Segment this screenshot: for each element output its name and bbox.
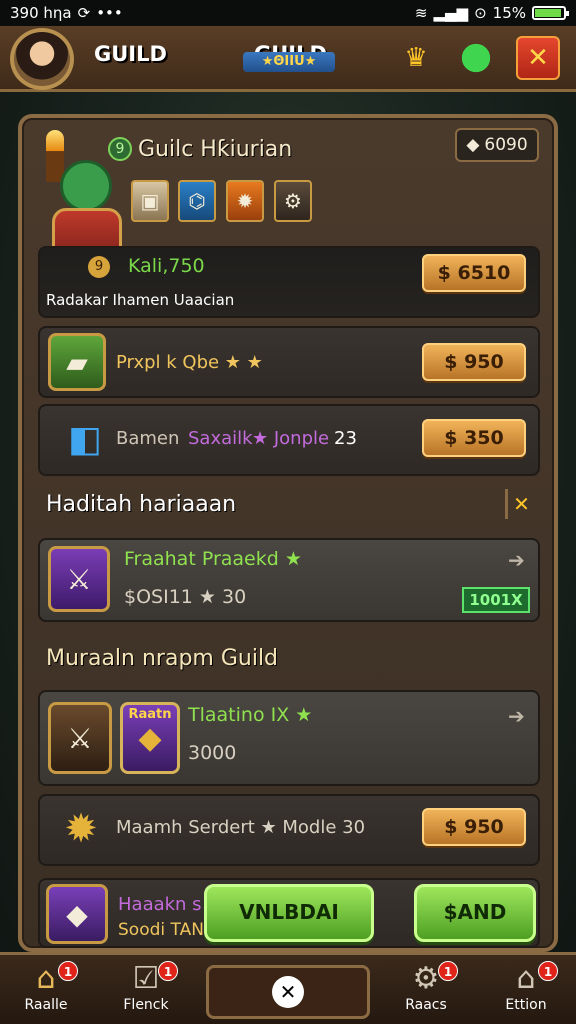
bottom-nav: ⌂ Raalle 1 ☑ Flenck 1 ✕ ⚙ Raacs 1 ⌂ Etti…	[0, 952, 576, 1024]
section-close-button[interactable]: ✕	[505, 489, 535, 519]
gold-coin-icon: 9	[88, 256, 110, 278]
offer-value: 3000	[188, 742, 237, 764]
offer-title: Tlaatino IX ★	[188, 704, 313, 726]
item-label: Prxpl k Qbe ★ ★	[116, 352, 263, 373]
guild-name: Guilc Hƙiurian	[138, 137, 293, 162]
chevron-right-icon: ➔	[508, 548, 525, 572]
crown-icon[interactable]: ♛	[394, 36, 438, 80]
cart-item-icon: ▰	[48, 333, 106, 391]
battery-percent: 15%	[492, 4, 526, 22]
nav-item-tasks[interactable]: ☑ Flenck 1	[106, 961, 186, 1024]
item-label-line1: Haaakn s	[118, 894, 202, 915]
alarm-icon: ⊙	[474, 4, 487, 22]
item-label-b: Saxailk	[188, 428, 253, 449]
item-label-c: ★ Jonple	[252, 428, 330, 449]
guild-badge: ★ΘΙΙU★	[243, 52, 335, 72]
notification-badge: 1	[438, 961, 458, 981]
notification-badge: 1	[58, 961, 78, 981]
item-label-line2: Soodi TAN	[118, 920, 204, 940]
equip-slot-flask[interactable]: ⌬	[178, 180, 216, 222]
guild-subtitle: Radakar Ihamen Uaacian	[46, 291, 235, 309]
notification-badge: 1	[538, 961, 558, 981]
more-icon: •••	[96, 4, 123, 22]
staff-item-icon: ⚔	[48, 546, 110, 612]
buy-guild-button[interactable]: $ 6510	[422, 254, 526, 292]
sync-icon: ⟳	[77, 4, 91, 22]
nav-item-settings[interactable]: ⚙ Raacs 1	[386, 961, 466, 1024]
anvil-item-icon: ◆	[46, 884, 108, 944]
buy-item-button[interactable]: $ 350	[422, 419, 526, 457]
nav-item-home[interactable]: ⌂ Raalle 1	[6, 961, 86, 1024]
equip-slot-flame[interactable]: ✹	[226, 180, 264, 222]
unlock-button[interactable]: VNLBDAI	[204, 884, 374, 942]
status-time: 390 hƞa	[10, 4, 72, 22]
status-bar: 390 hƞa ⟳ ••• ≋ ▂▄▆ ⊙ 15%	[0, 0, 576, 26]
nav-item-shop[interactable]: ⌂ Ettion 1	[486, 961, 566, 1024]
center-close-button[interactable]: ✕	[206, 965, 370, 1019]
player-avatar[interactable]	[10, 28, 74, 90]
guild-level-icon: 9	[108, 137, 132, 161]
offer-title: Fraahat Praaekd ★	[124, 548, 302, 570]
equip-slot-cannon[interactable]: ⚙	[274, 180, 312, 222]
equip-slot-crate[interactable]: ▣	[131, 180, 169, 222]
buy-item-button[interactable]: $ 950	[422, 343, 526, 381]
buy-item-button[interactable]: $ 950	[422, 808, 526, 846]
battery-icon	[532, 6, 569, 20]
guild-kali-stat: Kali,750	[128, 255, 205, 277]
gear-sun-icon: ✹	[64, 806, 98, 852]
green-orb-icon[interactable]	[454, 36, 498, 80]
item-label-d: 23	[334, 428, 357, 449]
send-button[interactable]: $AND	[414, 884, 536, 942]
blue-cube-icon: ◧	[67, 418, 102, 460]
item-label: Maamh Serdert ★ Modle 30	[116, 817, 366, 838]
close-button[interactable]: ✕	[516, 36, 560, 80]
coin-icon: ◆	[466, 135, 480, 155]
item-label-a: Bamen	[116, 428, 180, 449]
notification-badge: 1	[158, 961, 178, 981]
chevron-right-icon: ➔	[508, 704, 525, 728]
coin-counter: ◆ 6090	[455, 128, 539, 162]
header-title-left: GUILD	[94, 42, 167, 66]
wifi-icon: ≋	[414, 4, 428, 22]
offer-value: $OSI11 ★ 30	[124, 586, 247, 608]
close-icon: ✕	[272, 976, 304, 1008]
sword-item-icon: ⚔	[48, 702, 112, 774]
gold-item-icon: Raatn ◆	[120, 702, 180, 774]
torch-icon	[46, 130, 64, 182]
section-title: Haditah hariaaan	[46, 492, 237, 517]
signal-icon: ▂▄▆	[433, 4, 469, 22]
offer-tag: 1001X	[462, 587, 530, 613]
section-title: Muraaln nrapm Guild	[46, 646, 279, 671]
